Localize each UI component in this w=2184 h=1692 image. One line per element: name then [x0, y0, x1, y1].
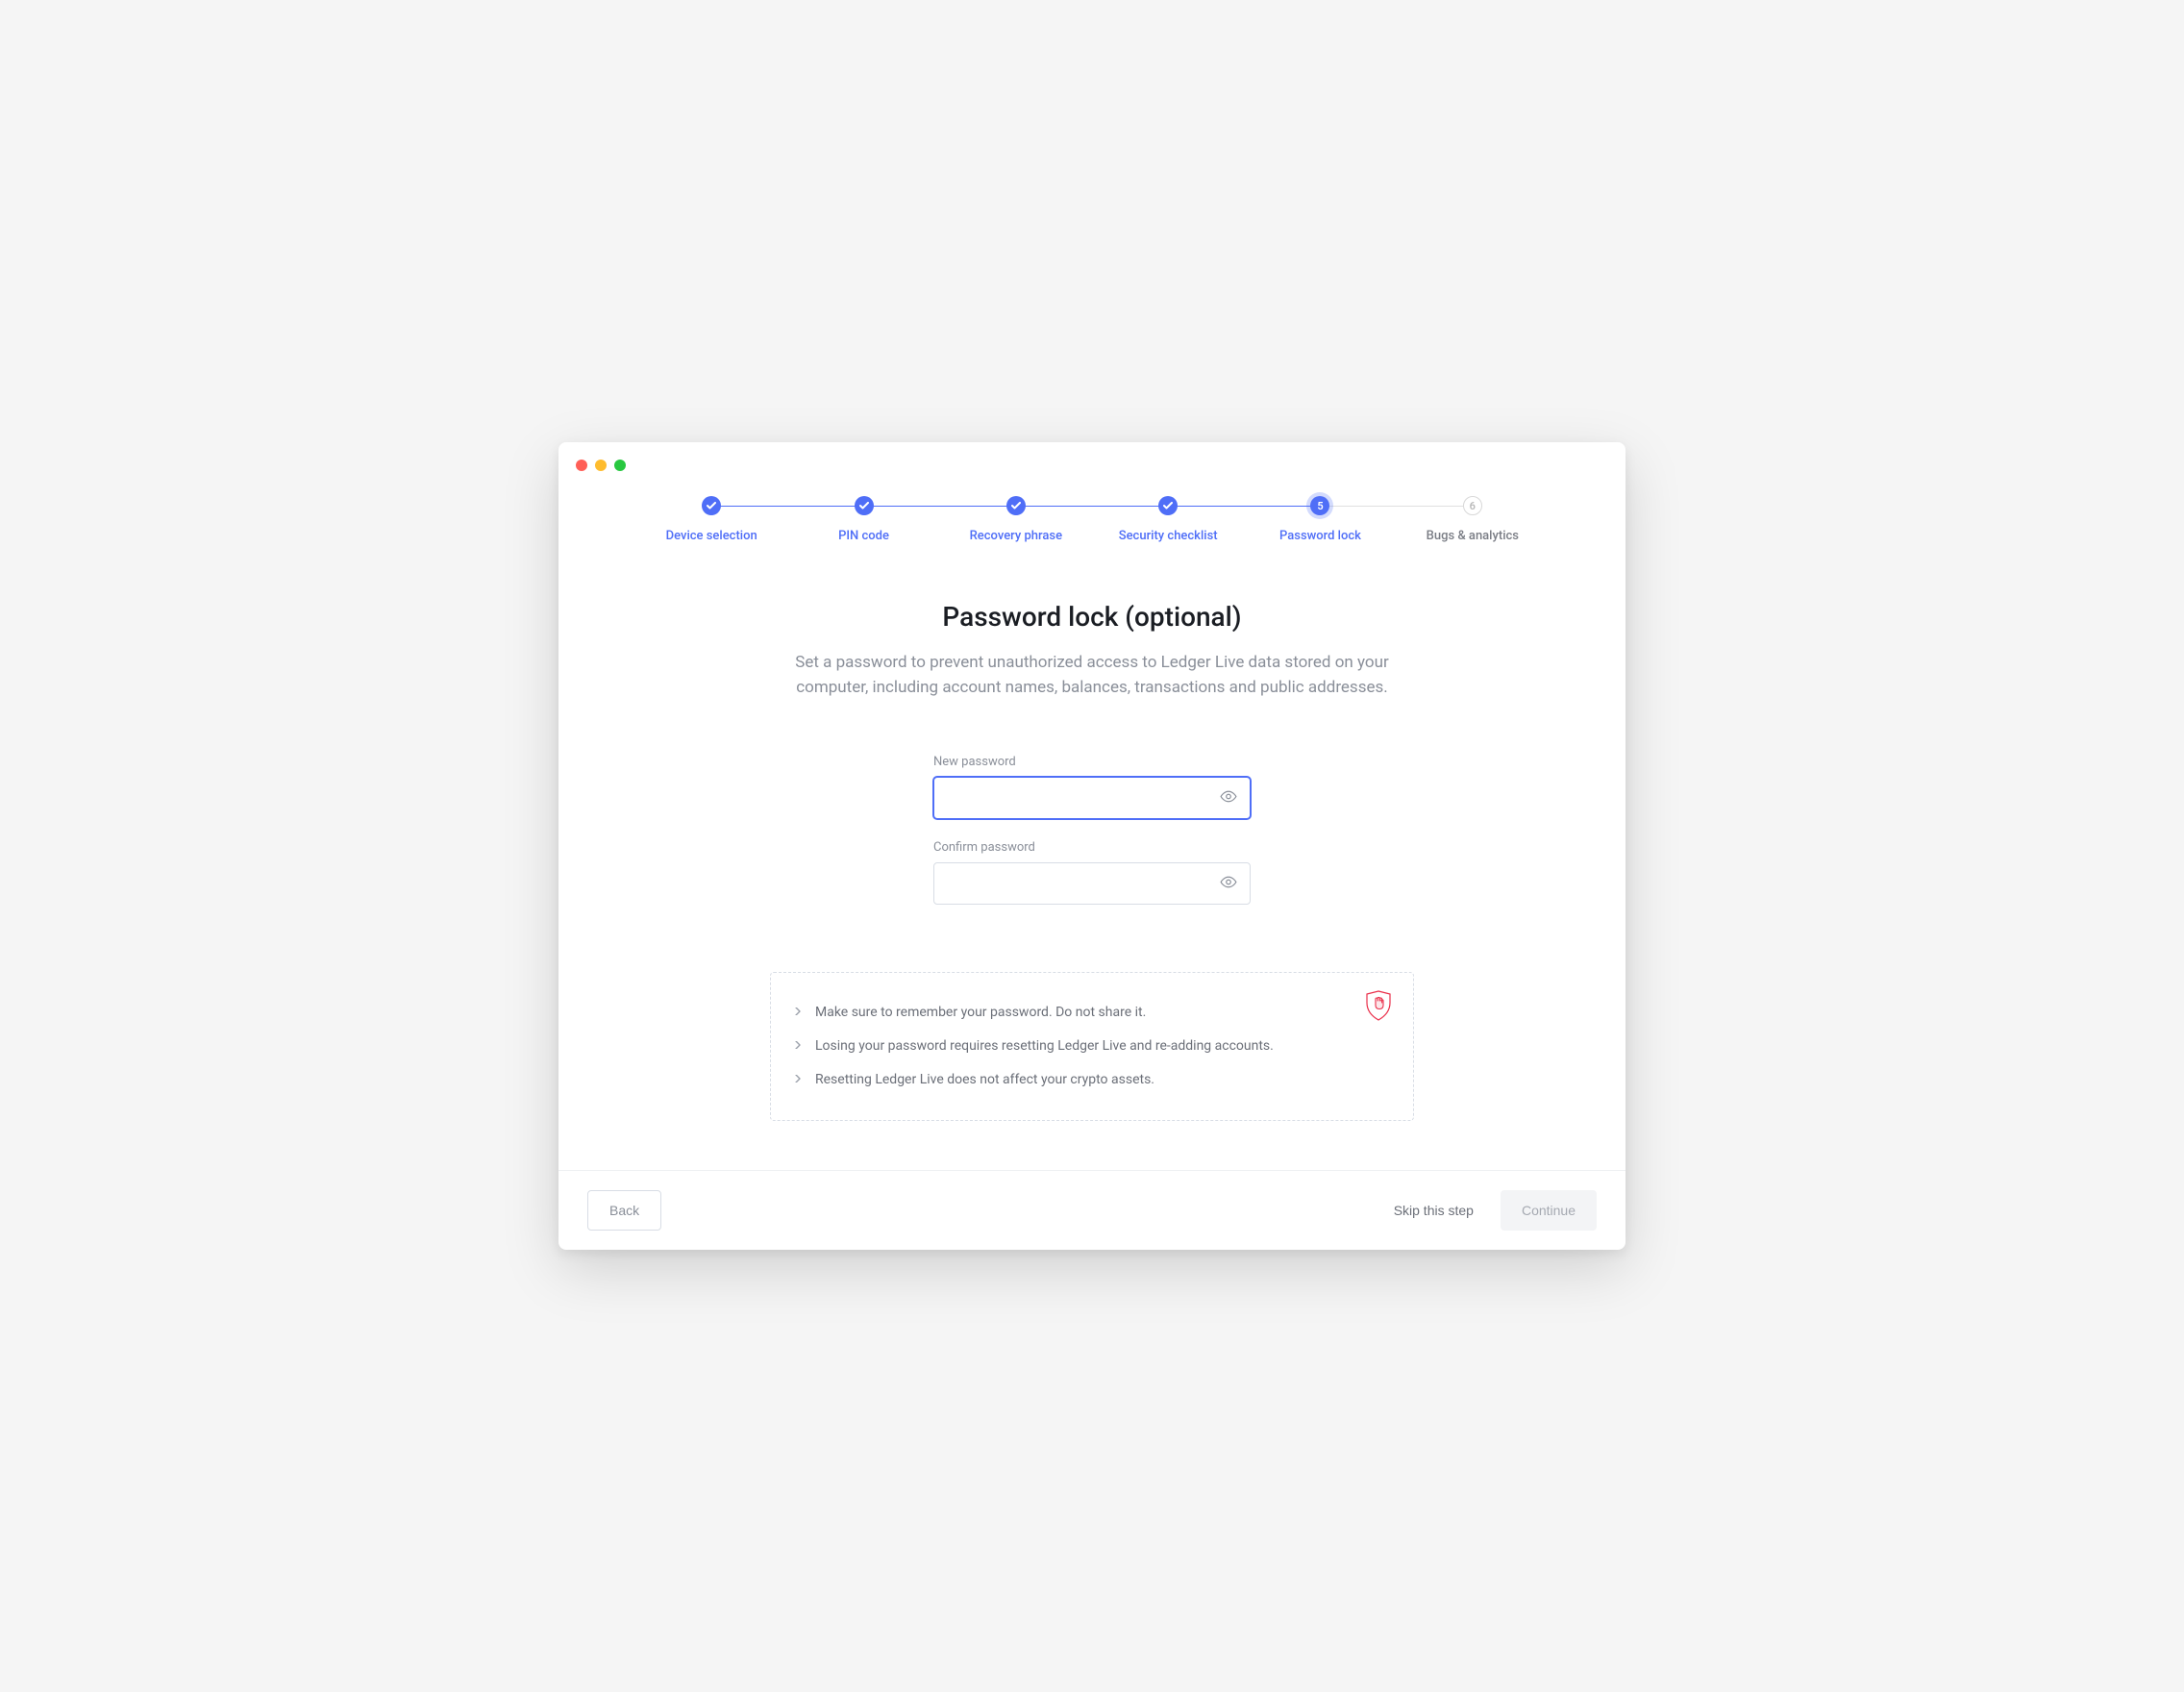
confirm-password-label: Confirm password	[933, 840, 1251, 855]
info-text: Resetting Ledger Live does not affect yo…	[815, 1070, 1154, 1090]
new-password-label: New password	[933, 755, 1251, 769]
footer: Back Skip this step Continue	[558, 1170, 1626, 1250]
info-item: Make sure to remember your password. Do …	[794, 996, 1346, 1030]
step-number-icon: 5	[1310, 496, 1329, 515]
info-text: Make sure to remember your password. Do …	[815, 1003, 1146, 1023]
info-list: Make sure to remember your password. Do …	[794, 996, 1346, 1097]
window-controls	[576, 460, 626, 471]
confirm-password-input[interactable]	[933, 862, 1251, 905]
step-label: Security checklist	[1119, 529, 1218, 543]
main-content: Password lock (optional) Set a password …	[558, 562, 1626, 1170]
step-label: PIN code	[838, 529, 889, 543]
step-device-selection: Device selection	[635, 496, 787, 543]
back-button[interactable]: Back	[587, 1190, 661, 1231]
new-password-input[interactable]	[933, 777, 1251, 819]
step-label: Device selection	[666, 529, 757, 543]
password-form: New password Confirm password	[933, 755, 1251, 926]
step-pin-code: PIN code	[787, 496, 939, 543]
step-label: Bugs & analytics	[1427, 529, 1519, 543]
eye-icon	[1220, 873, 1237, 893]
check-icon	[702, 496, 721, 515]
step-label: Recovery phrase	[970, 529, 1062, 543]
check-icon	[855, 496, 874, 515]
toggle-password-visibility-button[interactable]	[1216, 784, 1241, 811]
close-icon[interactable]	[576, 460, 587, 471]
check-icon	[1006, 496, 1026, 515]
continue-button[interactable]: Continue	[1501, 1190, 1597, 1231]
step-label: Password lock	[1279, 529, 1361, 543]
eye-icon	[1220, 787, 1237, 808]
info-item: Losing your password requires resetting …	[794, 1030, 1346, 1063]
check-icon	[1158, 496, 1178, 515]
step-number-icon: 6	[1463, 496, 1482, 515]
skip-step-button[interactable]: Skip this step	[1394, 1203, 1474, 1218]
info-box: Make sure to remember your password. Do …	[770, 972, 1414, 1121]
info-item: Resetting Ledger Live does not affect yo…	[794, 1063, 1346, 1097]
chevron-right-icon	[794, 1041, 802, 1049]
shield-hand-icon	[1365, 990, 1392, 1021]
page-title: Password lock (optional)	[942, 601, 1241, 633]
new-password-field-group: New password	[933, 755, 1251, 819]
step-recovery-phrase: Recovery phrase	[940, 496, 1092, 543]
minimize-icon[interactable]	[595, 460, 607, 471]
confirm-password-field-group: Confirm password	[933, 840, 1251, 905]
chevron-right-icon	[794, 1075, 802, 1082]
chevron-right-icon	[794, 1008, 802, 1015]
app-window: Device selection PIN code Recovery phras…	[558, 442, 1626, 1250]
info-text: Losing your password requires resetting …	[815, 1036, 1274, 1057]
step-bugs-analytics: 6 Bugs & analytics	[1397, 496, 1549, 543]
toggle-password-visibility-button[interactable]	[1216, 869, 1241, 897]
step-security-checklist: Security checklist	[1092, 496, 1244, 543]
step-password-lock: 5 Password lock	[1244, 496, 1396, 543]
stepper: Device selection PIN code Recovery phras…	[558, 442, 1626, 562]
maximize-icon[interactable]	[614, 460, 626, 471]
page-subtitle: Set a password to prevent unauthorized a…	[765, 650, 1419, 701]
